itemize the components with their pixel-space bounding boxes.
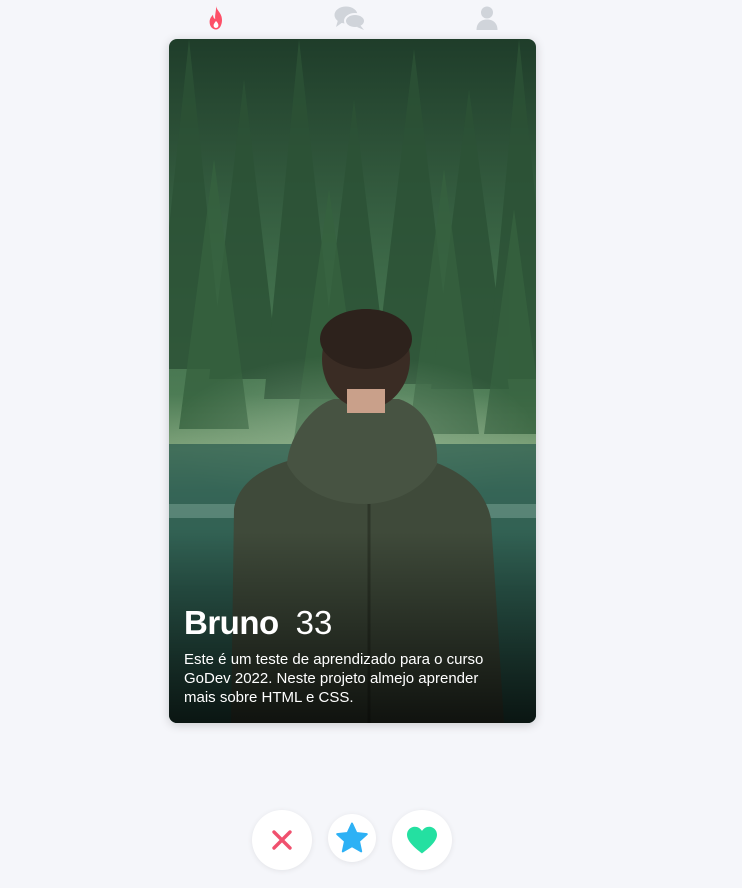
- close-icon: [272, 830, 292, 850]
- top-navigation: [169, 0, 536, 36]
- flame-icon: [209, 6, 222, 30]
- nav-messages-button[interactable]: [333, 4, 367, 32]
- profile-name: Bruno: [184, 604, 279, 641]
- heart-icon: [407, 826, 437, 854]
- app-root: Bruno 33 Este é um teste de aprendizado …: [0, 0, 742, 888]
- chat-bubbles-icon: [334, 6, 366, 30]
- name-age-row: Bruno 33: [184, 604, 522, 642]
- profile-bio: Este é um teste de aprendizado para o cu…: [184, 651, 484, 706]
- profile-info: Bruno 33 Este é um teste de aprendizado …: [169, 604, 536, 723]
- super-like-button[interactable]: [328, 814, 376, 862]
- nope-button[interactable]: [252, 810, 312, 870]
- action-bar: [0, 810, 742, 870]
- nav-profile-button[interactable]: [470, 4, 504, 32]
- user-icon: [476, 6, 498, 30]
- like-button[interactable]: [392, 810, 452, 870]
- star-icon: [336, 822, 368, 853]
- nav-discover-button[interactable]: [199, 4, 233, 32]
- profile-age: 33: [295, 604, 333, 641]
- profile-card[interactable]: Bruno 33 Este é um teste de aprendizado …: [169, 39, 536, 723]
